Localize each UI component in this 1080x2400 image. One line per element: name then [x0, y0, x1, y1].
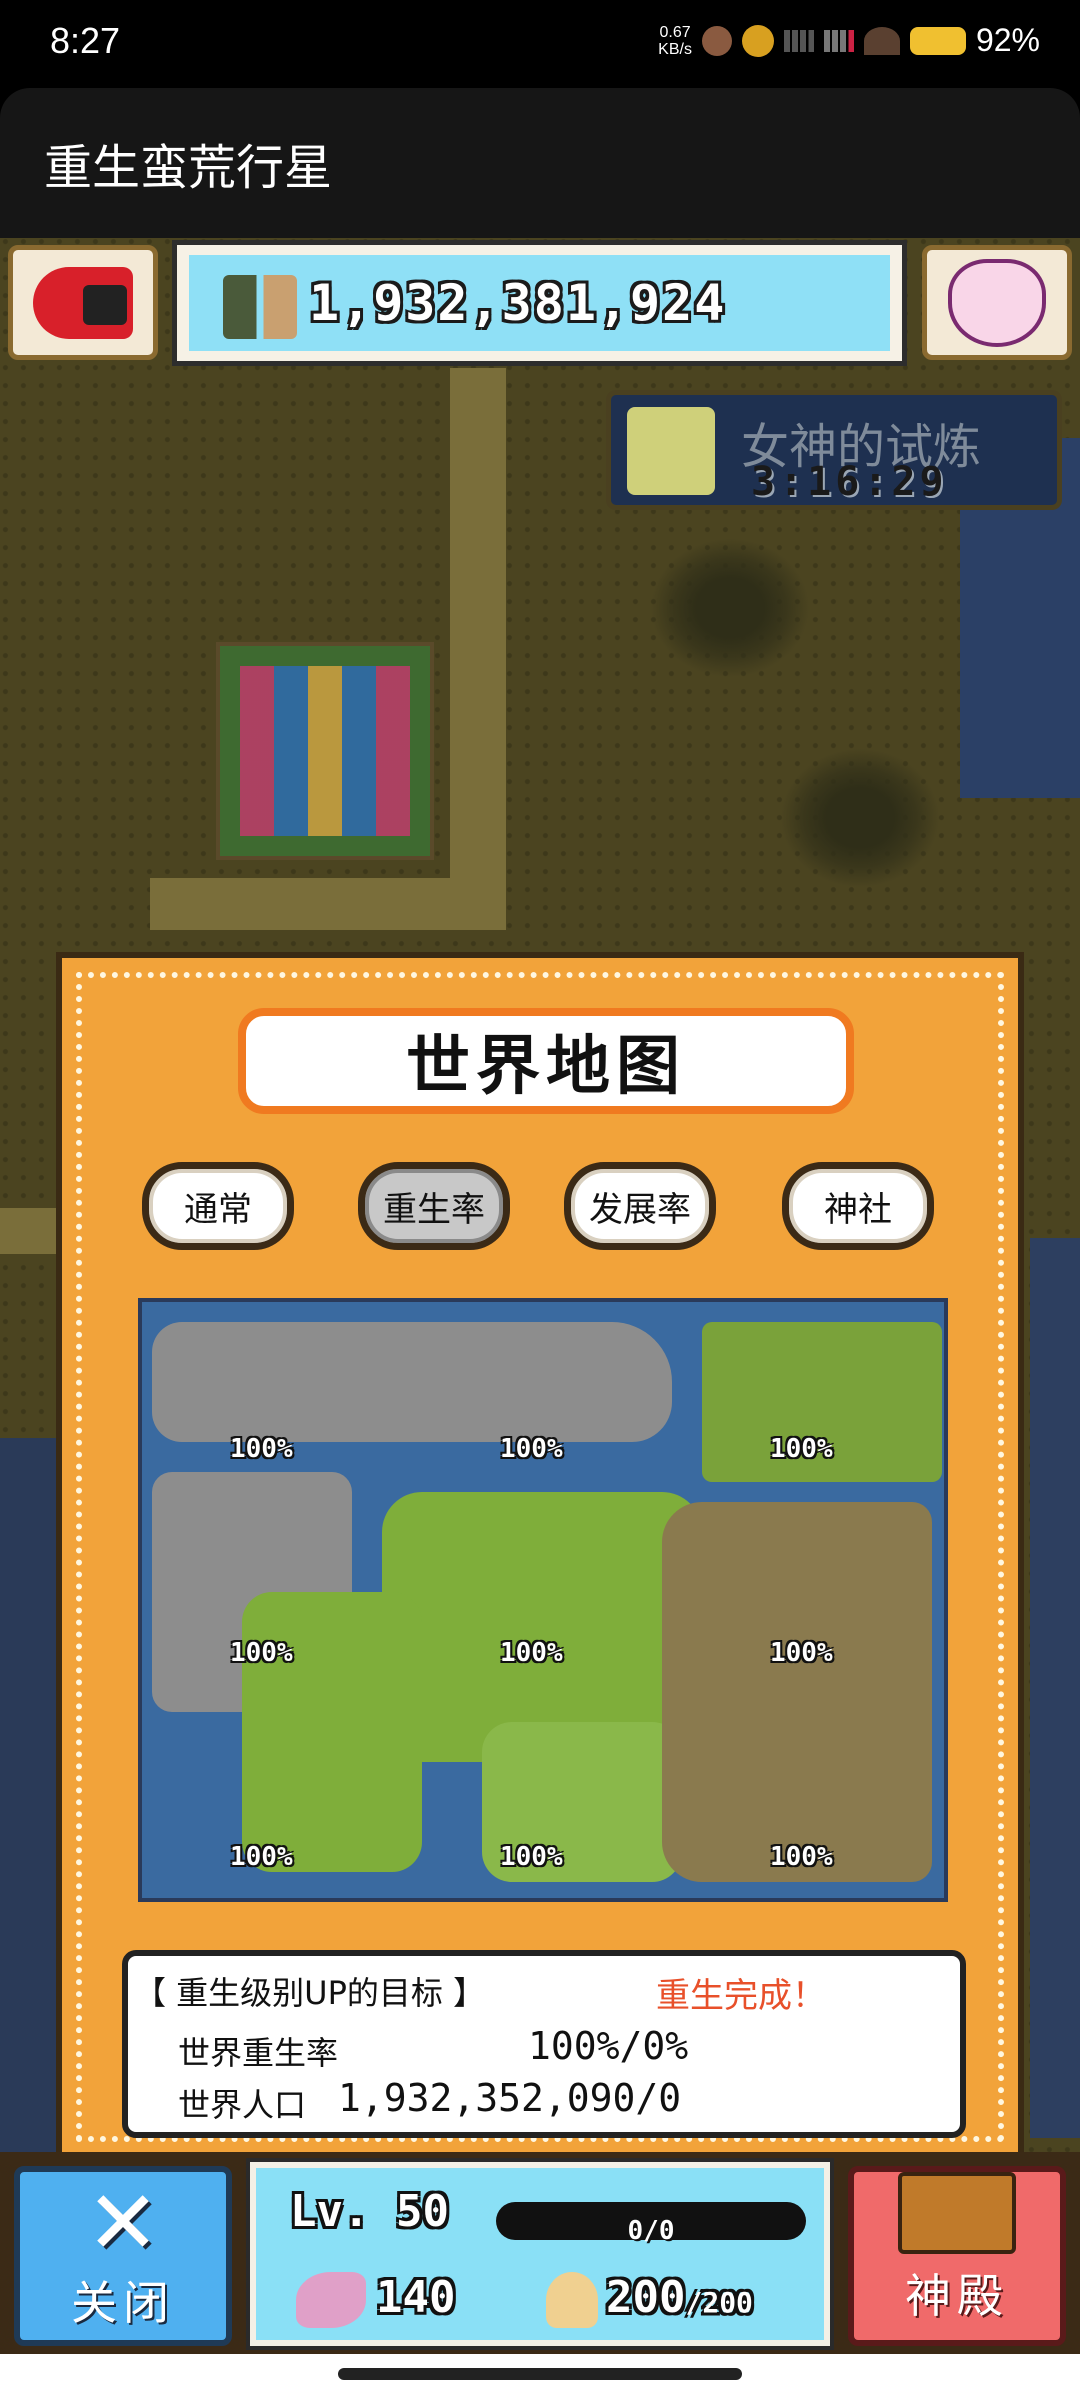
- close-button[interactable]: ✕ 关闭: [14, 2166, 232, 2346]
- stat-feathers: 140: [376, 2272, 456, 2323]
- signal-icon-2: [823, 29, 854, 52]
- world-map-panel: 世界地图 通常 重生率 发展率 神社 100% 100% 100% 100% 1…: [56, 952, 1024, 2162]
- panel-title: 世界地图: [238, 1008, 854, 1114]
- goddess-icon: [627, 407, 715, 495]
- goddess-trial-timer: 3:16:29: [751, 459, 948, 505]
- region-rate-label: 100%: [500, 1842, 563, 1872]
- region-rate-label: 100%: [770, 1638, 833, 1668]
- status-bar: 8:27 0.67 KB/s 92%: [0, 0, 1080, 88]
- city-building[interactable]: [216, 642, 434, 860]
- population-display: 1,932,381,924: [172, 240, 907, 366]
- rebirth-goal-box: 【 重生级别UP的目标 】 重生完成！ 世界重生率 100%/0% 世界人口 1…: [122, 1950, 966, 2138]
- goal-row1-value: 100%/0%: [528, 2024, 689, 2068]
- goal-row2-label: 世界人口: [178, 2086, 307, 2124]
- camera-icon: [33, 266, 133, 339]
- goddess-trial-banner[interactable]: 女神的试炼 3:16:29: [606, 390, 1062, 510]
- app-bar: 重生蛮荒行星: [0, 88, 1080, 238]
- stat-strength-max: /200: [685, 2286, 753, 2319]
- region-rate-label: 100%: [230, 1638, 293, 1668]
- map-region-green: [242, 1592, 422, 1872]
- tab-normal[interactable]: 通常: [142, 1162, 294, 1250]
- region-rate-label: 100%: [500, 1638, 563, 1668]
- stat-strength-value: 200: [606, 2272, 686, 2323]
- tab-development-rate[interactable]: 发展率: [564, 1162, 716, 1250]
- navigation-bar: [0, 2354, 1080, 2400]
- bottom-bar: ✕ 关闭 Lv. 50 0/0 140 200/200 神殿: [0, 2152, 1080, 2354]
- region-rate-label: 100%: [770, 1842, 833, 1872]
- player-status-panel: Lv. 50 0/0 140 200/200: [246, 2158, 834, 2350]
- muscle-icon: [546, 2272, 598, 2328]
- water-area: [1030, 1238, 1080, 2138]
- dirt-road: [450, 368, 506, 928]
- map-region-brown: [662, 1502, 932, 1882]
- close-label: 关闭: [71, 2276, 175, 2330]
- temple-icon: [898, 2172, 1016, 2254]
- network-speed-unit: KB/s: [658, 40, 692, 58]
- xp-text: 0/0: [627, 2216, 675, 2246]
- region-rate-label: 100%: [230, 1842, 293, 1872]
- region-rate-label: 100%: [230, 1434, 293, 1464]
- status-icons: 0.67 KB/s 92%: [658, 22, 1040, 59]
- wifi-icon: [863, 26, 900, 55]
- dirt-road: [150, 878, 506, 930]
- goal-row2-value: 1,932,352,090/0: [338, 2076, 682, 2120]
- clock: 8:27: [50, 20, 121, 61]
- palm-tree: [650, 538, 810, 678]
- close-icon: ✕: [86, 2171, 160, 2274]
- population-value: 1,932,381,924: [309, 274, 727, 332]
- home-gesture-handle[interactable]: [338, 2368, 742, 2380]
- sunflower-icon: [741, 24, 774, 57]
- app-title: 重生蛮荒行星: [44, 140, 333, 196]
- palm-tree: [780, 748, 940, 888]
- network-speed: 0.67 KB/s: [658, 24, 692, 58]
- map-region-grey: [152, 1322, 672, 1442]
- notification-icon: [701, 25, 732, 56]
- tab-shrine[interactable]: 神社: [782, 1162, 934, 1250]
- goal-row1-label: 世界重生率: [178, 2034, 339, 2072]
- goal-status: 重生完成！: [656, 1976, 826, 2016]
- region-rate-label: 100%: [770, 1434, 833, 1464]
- world-map[interactable]: 100% 100% 100% 100% 100% 100% 100% 100% …: [138, 1298, 948, 1902]
- camera-button[interactable]: [8, 245, 158, 360]
- people-icon: [223, 275, 297, 339]
- bird-icon: [296, 2272, 366, 2328]
- temple-button[interactable]: 神殿: [848, 2166, 1066, 2346]
- battery-icon: [909, 26, 966, 55]
- network-speed-value: 0.67: [659, 23, 691, 41]
- goal-header: 【 重生级别UP的目标 】: [134, 1974, 486, 2012]
- signal-icon: [783, 29, 814, 52]
- map-tabs: 通常 重生率 发展率 神社: [142, 1162, 952, 1250]
- region-rate-label: 100%: [500, 1434, 563, 1464]
- battery-percent: 92%: [975, 22, 1040, 58]
- bunny-mask-button[interactable]: [922, 245, 1072, 360]
- tab-rebirth-rate[interactable]: 重生率: [358, 1162, 510, 1250]
- temple-label: 神殿: [905, 2269, 1009, 2323]
- stat-strength: 200/200: [606, 2272, 753, 2323]
- bunny-mask-icon: [948, 258, 1046, 347]
